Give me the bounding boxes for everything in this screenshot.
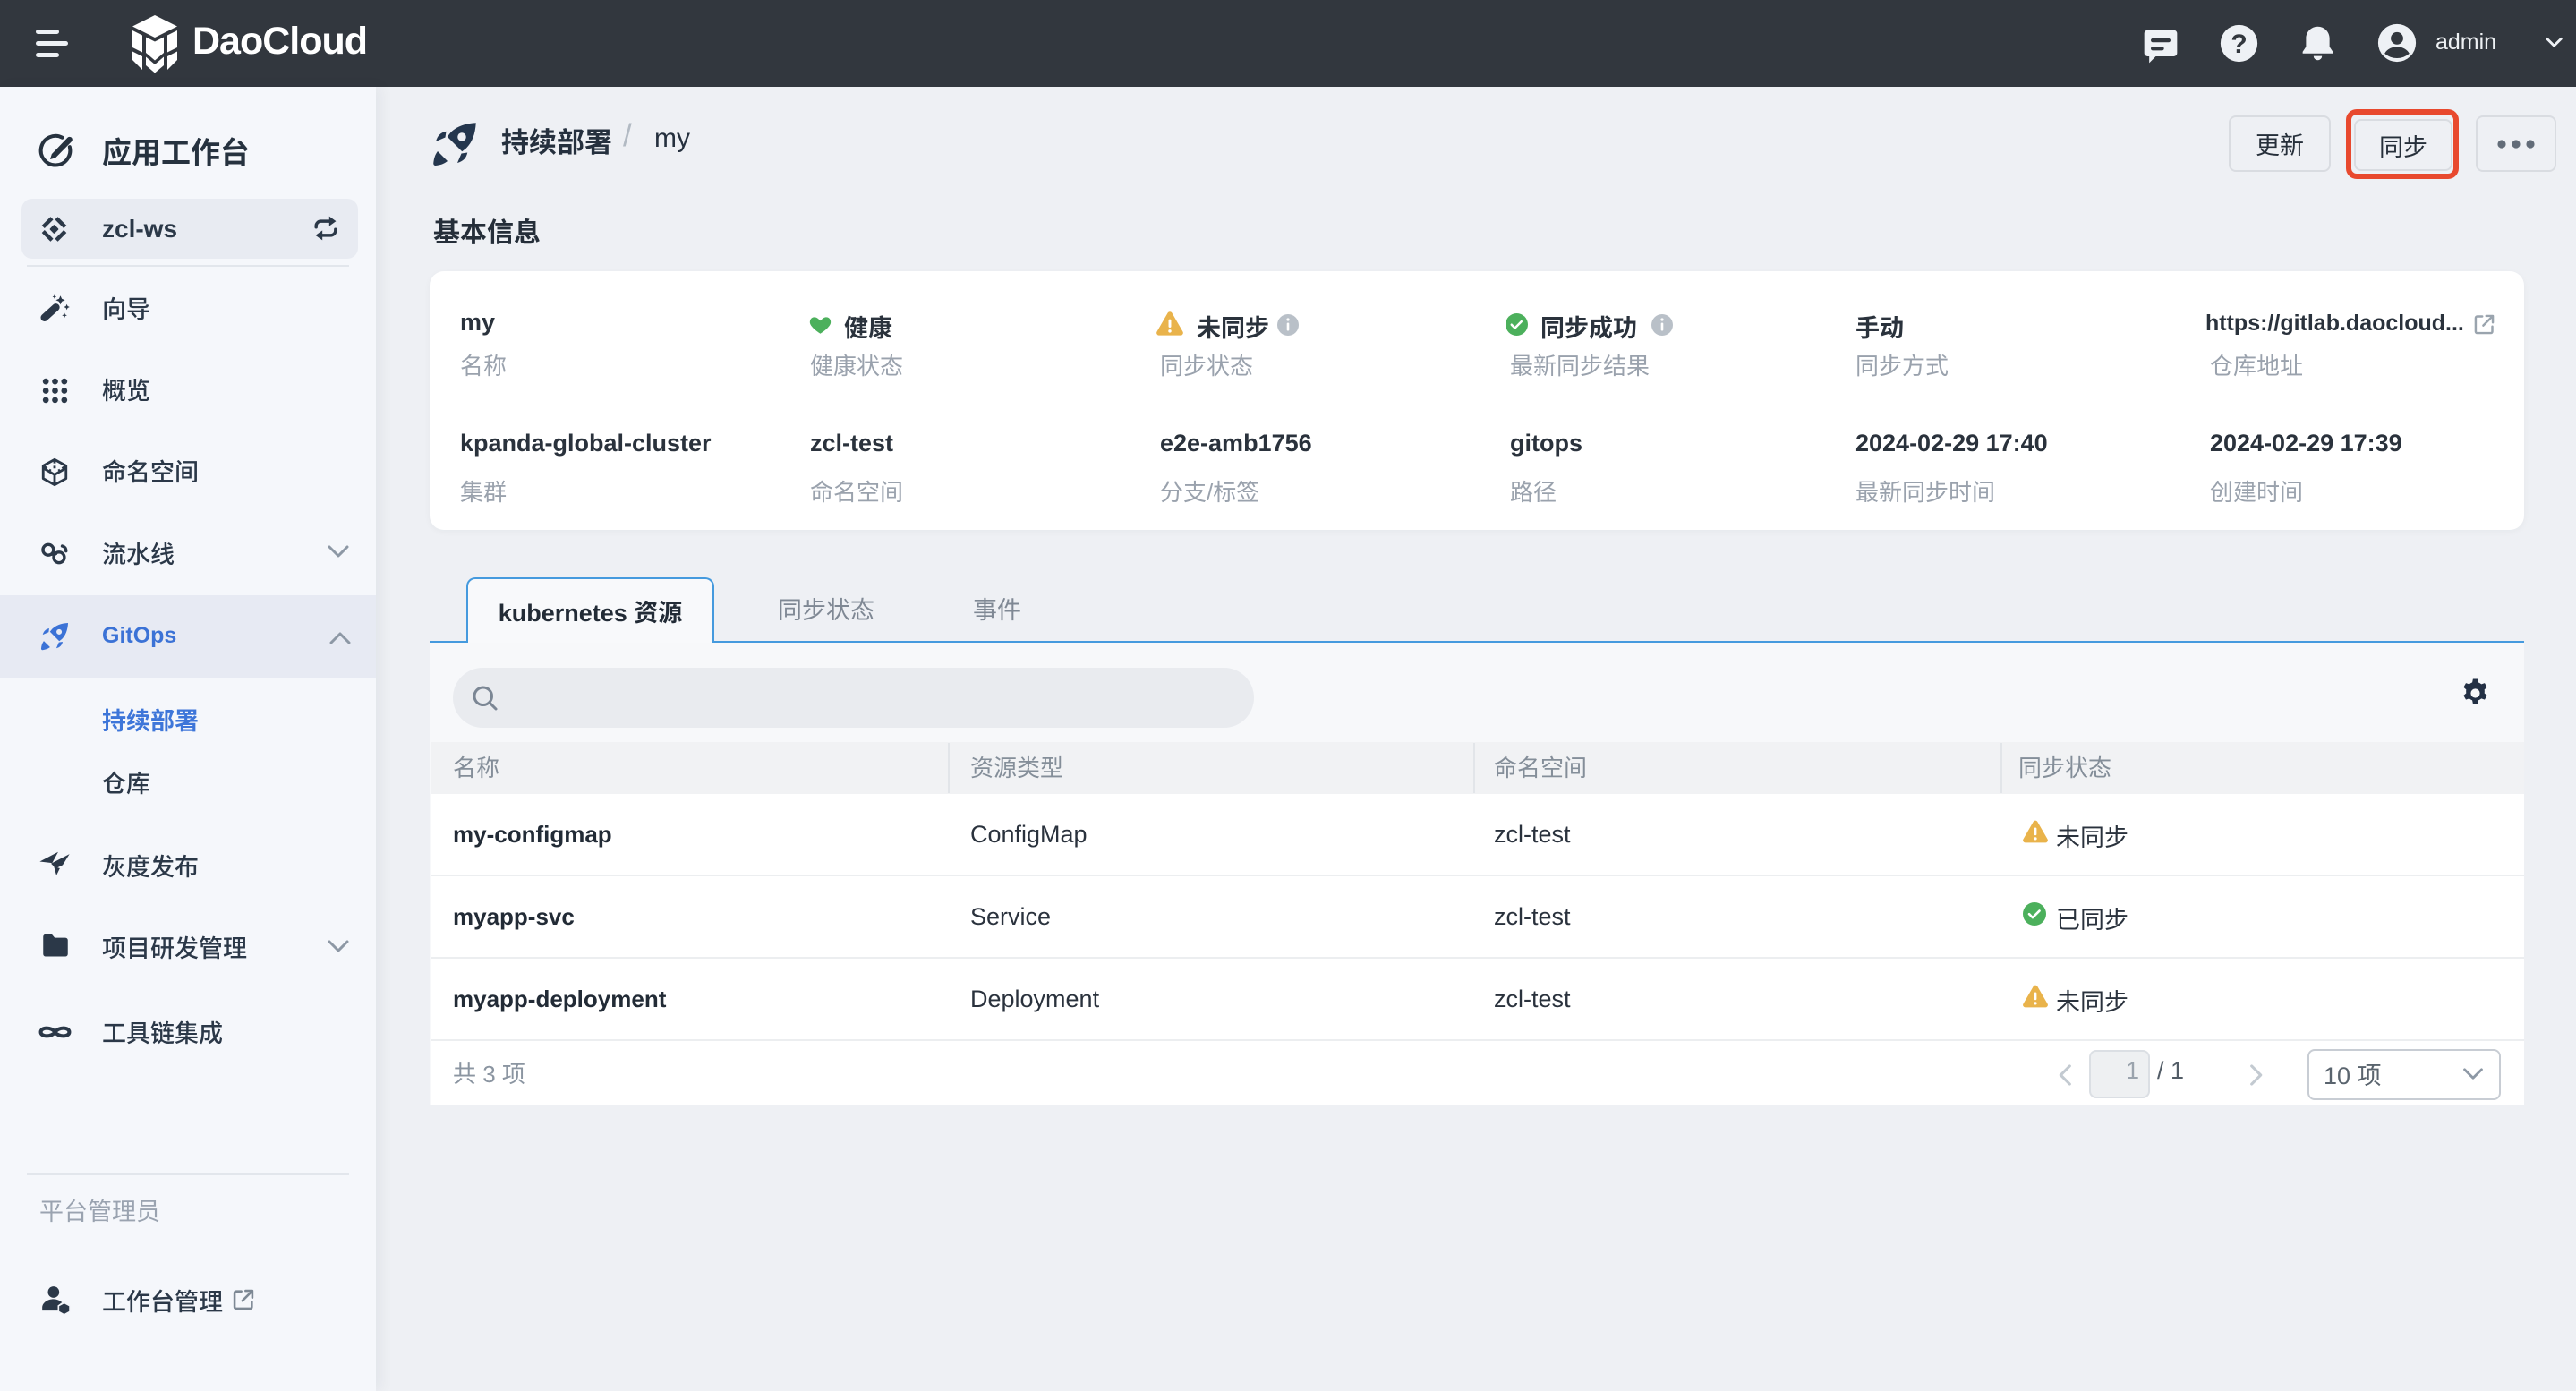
svg-text:?: ? [2231, 30, 2247, 59]
